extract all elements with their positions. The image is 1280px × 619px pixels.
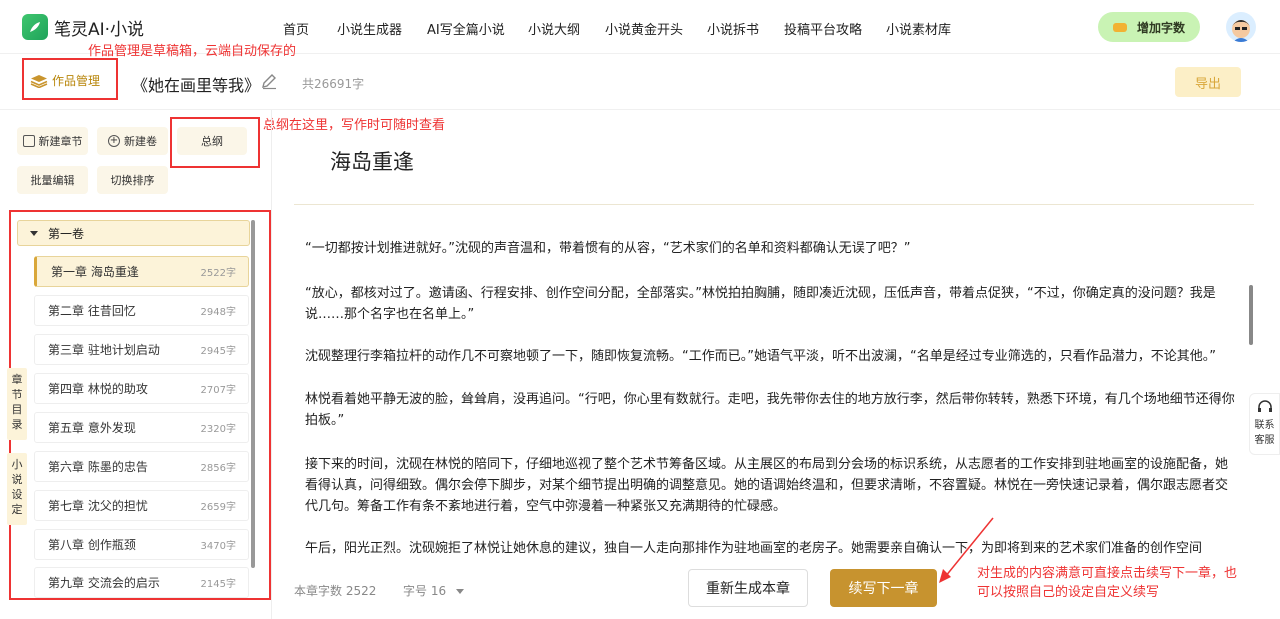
- nav-ai-full-novel[interactable]: AI写全篇小说: [427, 19, 505, 38]
- chapter-heading[interactable]: 海岛重逢: [330, 146, 414, 176]
- chapter-word-count: 2707字: [200, 385, 236, 396]
- plus-circle-icon: +: [108, 135, 120, 147]
- font-size-select[interactable]: 字号 16: [403, 582, 464, 599]
- chapter-word-count: 2856字: [200, 463, 236, 474]
- nav-novel-generator[interactable]: 小说生成器: [337, 19, 402, 38]
- chapter-item[interactable]: 第三章 驻地计划启动 2945字: [34, 334, 249, 365]
- chapter-title: 第二章 往昔回忆: [48, 304, 136, 318]
- content-paragraph[interactable]: 沈砚整理行李箱拉杆的动作几不可察地顿了一下，随即恢复流畅。“工作而已。”她语气平…: [305, 346, 1240, 367]
- nav-novel-outline[interactable]: 小说大纲: [528, 19, 580, 38]
- works-management-label: 作品管理: [52, 74, 101, 88]
- chapter-item[interactable]: 第七章 沈父的担忧 2659字: [34, 490, 249, 521]
- chapter-item[interactable]: 第六章 陈墨的忠告 2856字: [34, 451, 249, 482]
- nav-submission-guide[interactable]: 投稿平台攻略: [784, 19, 862, 38]
- chapter-item[interactable]: 第九章 交流会的启示 2145字: [34, 567, 249, 598]
- nav-golden-opening[interactable]: 小说黄金开头: [605, 19, 683, 38]
- coin-icon: [1112, 22, 1127, 32]
- tab-novel-settings[interactable]: 小说设定: [7, 453, 27, 525]
- chapter-title: 第五章 意外发现: [48, 421, 136, 435]
- highlight-outline-box: [170, 117, 260, 168]
- caret-down-icon: [455, 589, 464, 594]
- app-logo[interactable]: 笔灵AI·小说: [22, 14, 144, 40]
- add-words-label: 增加字数: [1136, 20, 1185, 35]
- chapter-title: 第八章 创作瓶颈: [48, 538, 136, 552]
- chapter-item[interactable]: 第五章 意外发现 2320字: [34, 412, 249, 443]
- content-paragraph[interactable]: 接下来的时间，沈砚在林悦的陪同下，仔细地巡视了整个艺术节筹备区域。从主展区的布局…: [305, 454, 1240, 517]
- nav-book-breakdown[interactable]: 小说拆书: [707, 19, 759, 38]
- chapter-item[interactable]: 第一章 海岛重逢 2522字: [34, 256, 249, 287]
- layers-icon: [30, 74, 48, 88]
- chapter-word-count: 2945字: [200, 346, 236, 357]
- chapter-word-count: 2320字: [200, 424, 236, 435]
- chapter-word-count-label: 本章字数 2522: [294, 584, 377, 598]
- works-management-button[interactable]: 作品管理: [30, 72, 100, 89]
- book-title: 《她在画里等我》: [132, 76, 261, 95]
- contact-label-line1: 联系: [1254, 420, 1275, 431]
- content-paragraph[interactable]: “放心，都核对过了。邀请函、行程安排、创作空间分配，全部落实。”林悦拍拍胸脯，随…: [305, 283, 1240, 325]
- export-button[interactable]: 导出: [1175, 67, 1241, 97]
- chapter-title: 第四章 林悦的助攻: [48, 382, 148, 396]
- chapter-title: 第七章 沈父的担忧: [48, 499, 148, 513]
- chapter-item[interactable]: 第二章 往昔回忆 2948字: [34, 295, 249, 326]
- chapter-title: 第六章 陈墨的忠告: [48, 460, 148, 474]
- annotation-continue-2: 可以按照自己的设定自定义续写: [977, 585, 1160, 600]
- editor-scrollbar[interactable]: [1249, 285, 1253, 345]
- content-paragraph[interactable]: 午后，阳光正烈。沈砚婉拒了林悦让她休息的建议，独自一人走向那排作为驻地画室的老房…: [305, 538, 1240, 560]
- new-file-icon: [22, 135, 35, 147]
- chapter-title: 第九章 交流会的启示: [48, 576, 160, 590]
- chapter-word-count: 2948字: [200, 307, 236, 318]
- volume-label: 第一卷: [48, 226, 85, 241]
- add-words-button[interactable]: 增加字数: [1098, 12, 1200, 42]
- tab-chapter-catalog-label: 章节目录: [11, 373, 23, 431]
- avatar[interactable]: [1226, 12, 1256, 42]
- tab-novel-settings-label: 小说设定: [11, 458, 23, 516]
- content-paragraph[interactable]: 林悦看着她平静无波的脸，耸耸肩，没再追问。“行吧，你心里有数就行。走吧，我先带你…: [305, 389, 1240, 431]
- volume-header[interactable]: 第一卷: [17, 220, 250, 246]
- new-chapter-label: 新建章节: [38, 135, 83, 148]
- chapter-title: 第三章 驻地计划启动: [48, 343, 160, 357]
- chapter-word-count: 2145字: [200, 579, 236, 590]
- app-name: 笔灵AI·小说: [54, 19, 145, 40]
- headset-icon: [1257, 400, 1273, 414]
- annotation-outline: 总纲在这里，写作时可随时查看: [263, 118, 446, 133]
- chapter-word-count: 2659字: [200, 502, 236, 513]
- annotation-continue-1: 对生成的内容满意可直接点击续写下一章，也: [977, 566, 1238, 581]
- new-volume-label: 新建卷: [124, 135, 157, 148]
- chapter-item[interactable]: 第四章 林悦的助攻 2707字: [34, 373, 249, 404]
- pencil-icon[interactable]: [260, 72, 278, 90]
- chapter-word-count: 3470字: [200, 541, 236, 552]
- feather-icon: [22, 14, 48, 40]
- contact-support-button[interactable]: 联系 客服: [1249, 393, 1280, 455]
- caret-down-icon: [30, 230, 38, 236]
- nav-home[interactable]: 首页: [283, 19, 309, 38]
- nav-material-library[interactable]: 小说素材库: [886, 19, 951, 38]
- sidebar-scrollbar[interactable]: [251, 220, 255, 568]
- contact-label-line2: 客服: [1254, 435, 1275, 446]
- regenerate-chapter-button[interactable]: 重新生成本章: [688, 569, 808, 607]
- font-size-label: 字号 16: [403, 584, 447, 598]
- total-word-count: 共26691字: [302, 77, 365, 91]
- heading-divider: [294, 204, 1254, 205]
- batch-edit-button[interactable]: 批量编辑: [17, 166, 88, 194]
- chapter-title: 第一章 海岛重逢: [51, 265, 139, 279]
- new-chapter-button[interactable]: 新建章节: [17, 127, 88, 155]
- chapter-word-count: 2522字: [200, 268, 236, 279]
- switch-sort-button[interactable]: 切换排序: [97, 166, 168, 194]
- chapter-item[interactable]: 第八章 创作瓶颈 3470字: [34, 529, 249, 560]
- continue-next-chapter-button[interactable]: 续写下一章: [830, 569, 937, 607]
- content-paragraph[interactable]: “一切都按计划推进就好。”沈砚的声音温和，带着惯有的从容，“艺术家们的名单和资料…: [305, 238, 1240, 259]
- new-volume-button[interactable]: + 新建卷: [97, 127, 168, 155]
- tab-chapter-catalog[interactable]: 章节目录: [7, 368, 27, 440]
